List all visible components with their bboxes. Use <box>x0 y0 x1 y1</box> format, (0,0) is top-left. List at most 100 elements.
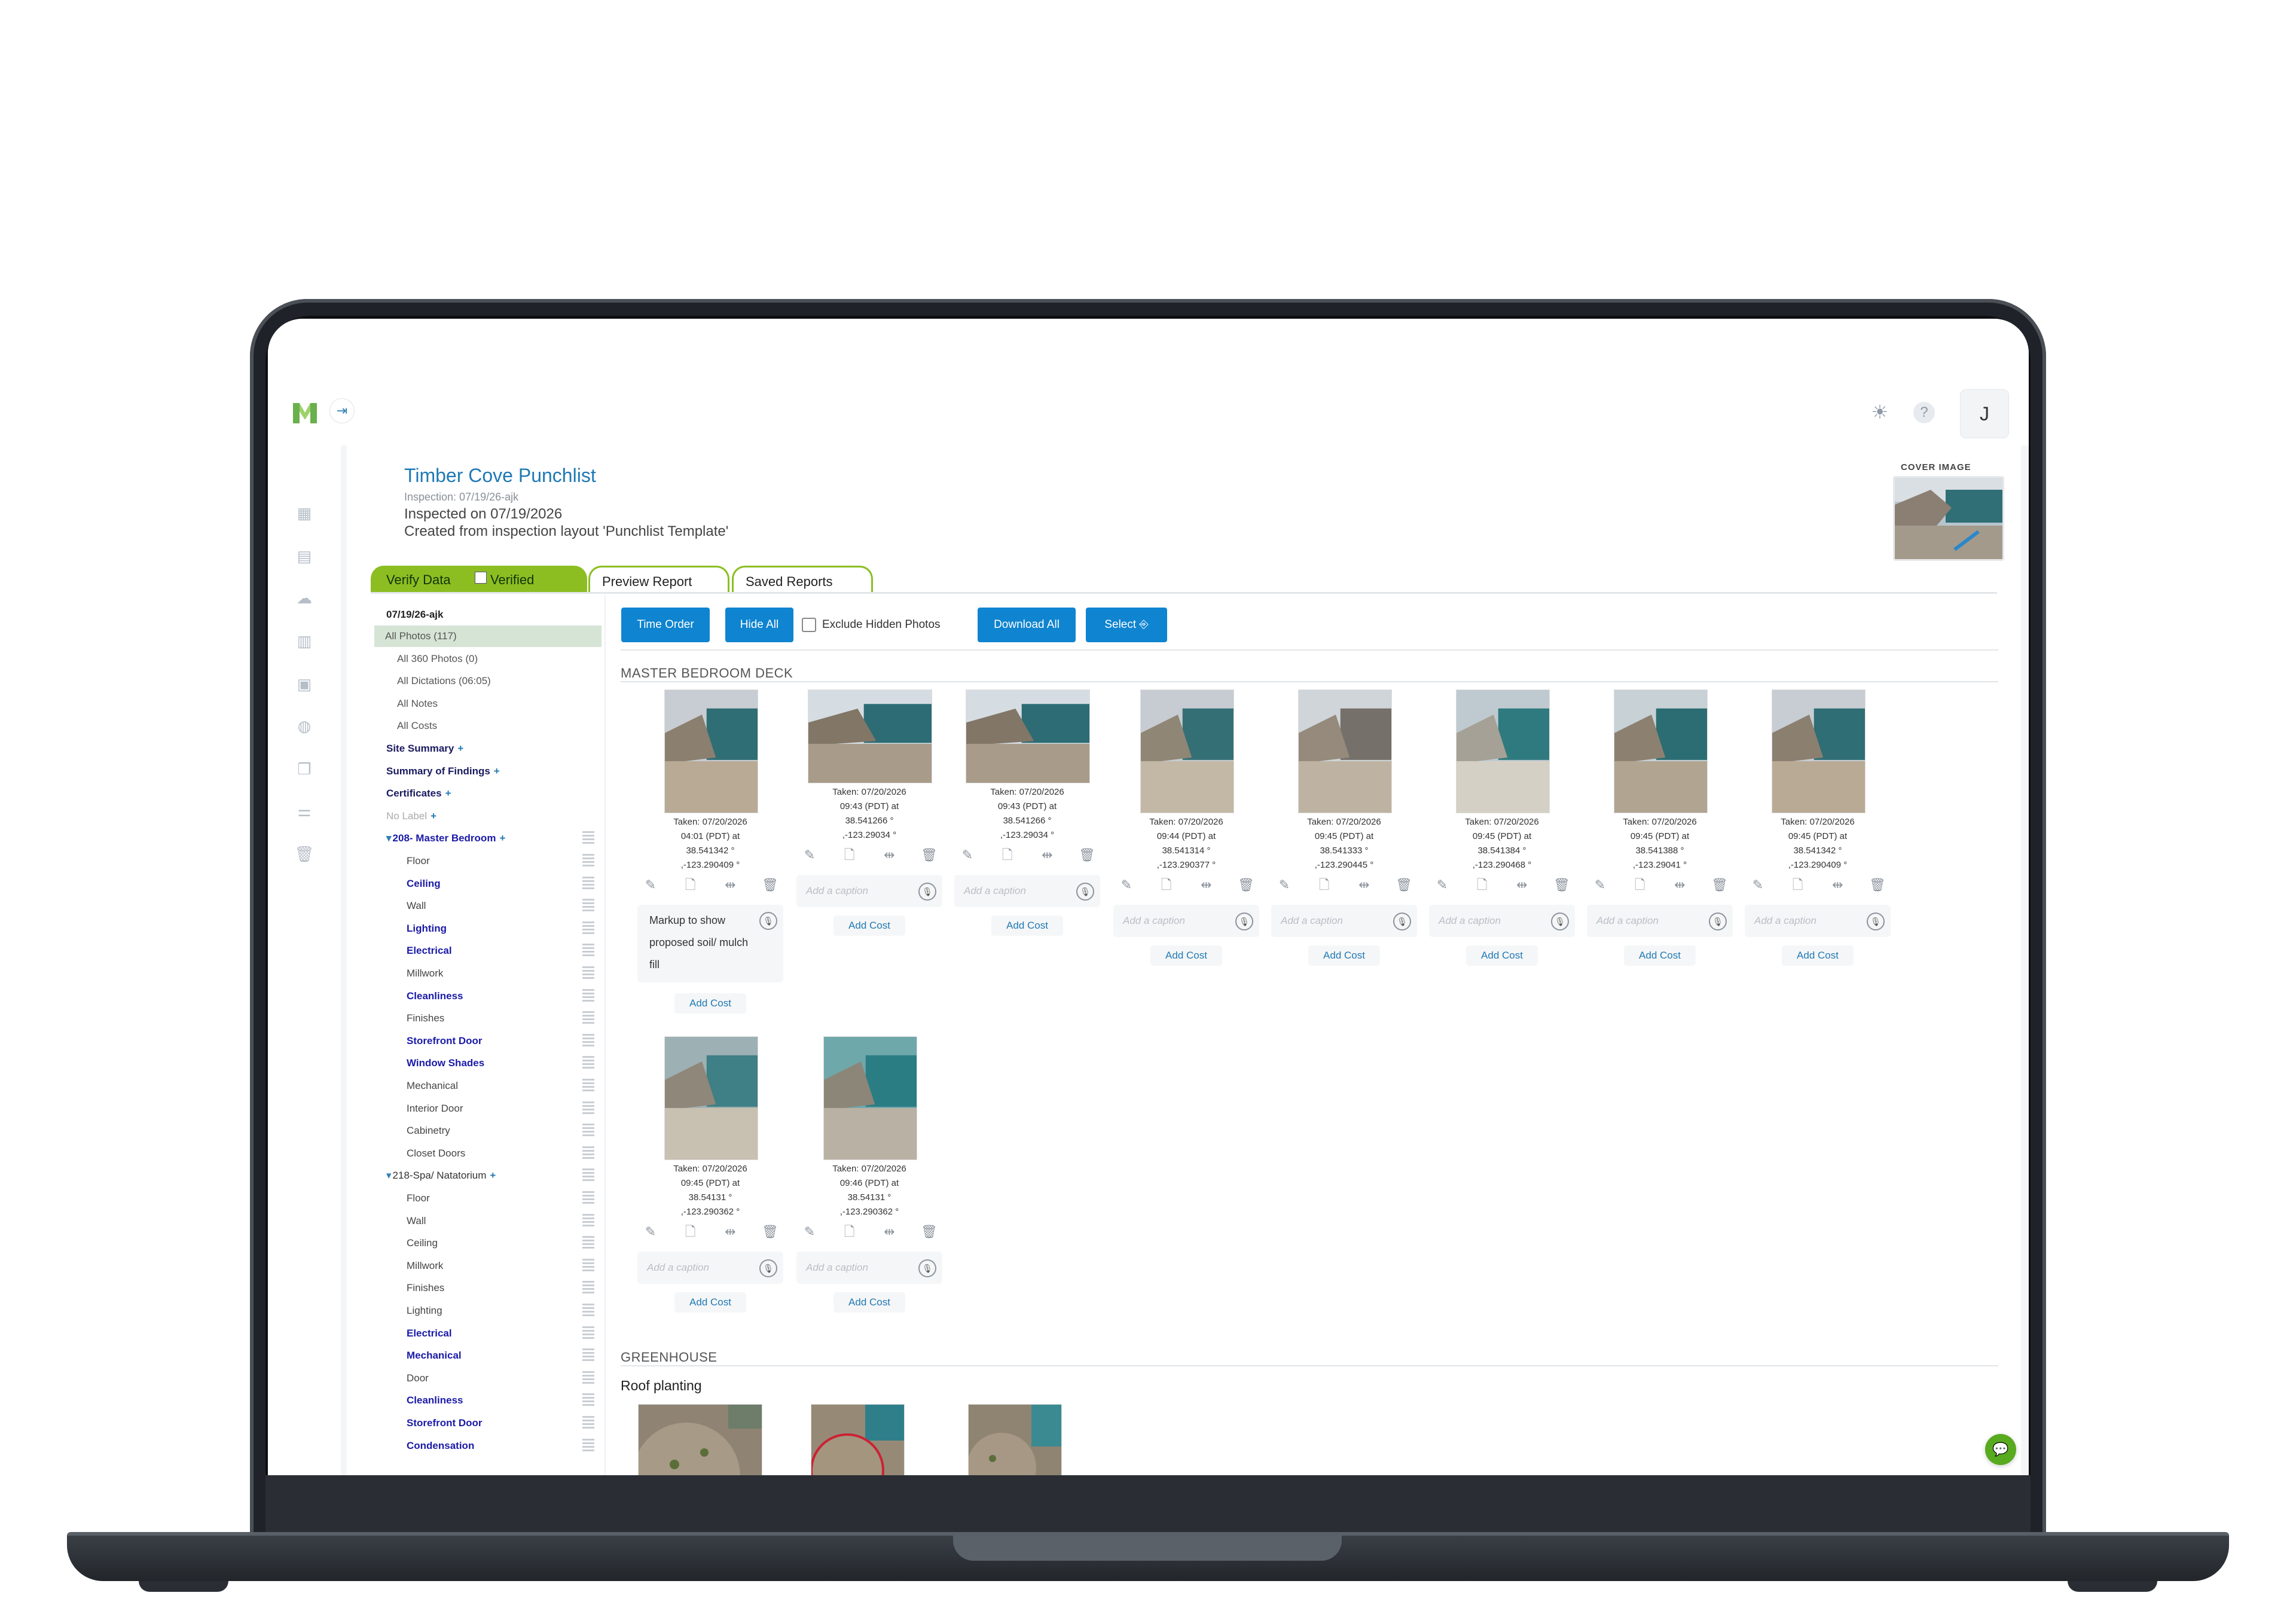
drag-handle[interactable] <box>582 831 594 846</box>
outline-item[interactable]: All 360 Photos (0) <box>397 648 478 670</box>
photo-caption-field[interactable]: Markup to show proposed soil/ mulch fill… <box>637 905 783 982</box>
outline-item[interactable]: Ceiling <box>407 873 441 895</box>
files-icon[interactable]: ❐ <box>294 760 315 778</box>
drag-handle[interactable] <box>582 1079 594 1093</box>
verified-checkbox[interactable] <box>475 572 487 584</box>
document-icon[interactable]: 🗋 <box>1628 876 1652 894</box>
outline-item[interactable]: All Costs <box>397 715 437 737</box>
outline-item[interactable]: Cleanliness <box>407 985 463 1007</box>
document-icon[interactable]: 🗋 <box>996 846 1019 864</box>
sun-icon[interactable]: ☀ <box>1868 400 1892 424</box>
sliders-icon[interactable]: ⚌ <box>294 802 315 820</box>
outline-item[interactable]: Cleanliness <box>407 1390 463 1411</box>
add-cost-button[interactable]: Add Cost <box>833 1292 905 1313</box>
app-logo-icon[interactable] <box>292 399 318 426</box>
delete-icon[interactable]: 🗑 <box>1708 876 1732 894</box>
delete-icon[interactable]: 🗑 <box>1075 846 1099 864</box>
dashboard-icon[interactable]: ▦ <box>294 504 315 522</box>
delete-icon[interactable]: 🗑 <box>917 1223 941 1241</box>
help-icon[interactable]: ? <box>1913 402 1935 423</box>
outline-item[interactable]: No Label + <box>386 805 436 827</box>
drag-handle[interactable] <box>582 876 594 891</box>
add-cost-button[interactable]: Add Cost <box>674 993 746 1014</box>
add-cost-button[interactable]: Add Cost <box>1782 945 1854 966</box>
drag-handle[interactable] <box>582 1124 594 1139</box>
exclude-hidden-checkbox[interactable] <box>802 618 816 632</box>
collapse-arrow-icon[interactable]: ⇥ <box>329 398 355 423</box>
photo-caption-input[interactable]: Add a caption 🎙 <box>1429 905 1575 937</box>
document-icon[interactable]: 🗋 <box>679 1223 703 1241</box>
photo-caption-input[interactable]: Add a caption 🎙 <box>796 875 942 907</box>
tab-verify-data[interactable]: Verify Data Verified <box>371 566 587 592</box>
drag-handle[interactable] <box>582 1304 594 1318</box>
drag-handle[interactable] <box>582 966 594 981</box>
outline-item[interactable]: Cabinetry <box>407 1120 450 1142</box>
move-icon[interactable]: ⇹ <box>1194 876 1218 894</box>
delete-icon[interactable]: 🗑 <box>917 846 941 864</box>
time-order-button[interactable]: Time Order <box>621 608 710 642</box>
outline-item[interactable]: Wall <box>407 1210 426 1232</box>
chat-support-button[interactable]: 💬 <box>1985 1434 2016 1465</box>
database-icon[interactable]: ◍ <box>294 717 315 735</box>
add-plus-icon[interactable]: + <box>445 788 451 799</box>
document-icon[interactable]: 🗋 <box>1312 876 1336 894</box>
exclude-hidden-toggle[interactable]: Exclude Hidden Photos <box>802 618 941 632</box>
inspection-photo[interactable] <box>1140 689 1234 813</box>
delete-icon[interactable]: 🗑 <box>1234 876 1258 894</box>
outline-item[interactable]: Lighting <box>407 1300 442 1322</box>
microphone-icon[interactable]: 🎙 <box>759 912 777 930</box>
delete-icon[interactable]: 🗑 <box>758 1223 782 1241</box>
move-icon[interactable]: ⇹ <box>1035 846 1059 864</box>
drag-handle[interactable] <box>582 1191 594 1206</box>
add-plus-icon[interactable]: + <box>490 1170 496 1181</box>
photo-caption-input[interactable]: Add a caption 🎙 <box>1271 905 1417 937</box>
layout-icon[interactable]: ▥ <box>294 632 315 650</box>
outline-item[interactable]: Condensation <box>407 1435 474 1457</box>
drag-handle[interactable] <box>582 1236 594 1251</box>
expand-caret-icon[interactable]: ▾ <box>386 1170 392 1181</box>
drag-handle[interactable] <box>582 899 594 914</box>
microphone-icon[interactable]: 🎙 <box>1709 913 1727 930</box>
delete-icon[interactable]: 🗑 <box>758 876 782 894</box>
add-plus-icon[interactable]: + <box>457 743 463 754</box>
hide-all-button[interactable]: Hide All <box>725 608 793 642</box>
photo-caption-input[interactable]: Add a caption 🎙 <box>796 1252 942 1284</box>
outline-item[interactable]: Finishes <box>407 1008 444 1029</box>
document-icon[interactable]: 🗋 <box>1786 876 1810 894</box>
drag-handle[interactable] <box>582 944 594 959</box>
outline-item[interactable]: Electrical <box>407 1323 452 1344</box>
add-cost-button[interactable]: Add Cost <box>1308 945 1380 966</box>
outline-item[interactable]: Finishes <box>407 1277 444 1299</box>
outline-item[interactable]: Window Shades <box>407 1052 484 1074</box>
document-icon[interactable]: 🗋 <box>1470 876 1494 894</box>
photo-caption-input[interactable]: Add a caption 🎙 <box>1587 905 1733 937</box>
inspection-photo[interactable] <box>664 1036 758 1160</box>
outline-item[interactable]: Storefront Door <box>407 1412 483 1434</box>
drag-handle[interactable] <box>582 1326 594 1341</box>
drag-handle[interactable] <box>582 1146 594 1161</box>
inspection-photo[interactable] <box>808 689 932 783</box>
edit-icon[interactable]: ✎ <box>1272 876 1296 894</box>
drag-handle[interactable] <box>582 1213 594 1228</box>
edit-icon[interactable]: ✎ <box>798 846 822 864</box>
delete-icon[interactable]: 🗑 <box>1392 876 1416 894</box>
outline-item[interactable]: Interior Door <box>407 1098 463 1119</box>
drag-handle[interactable] <box>582 1258 594 1273</box>
outline-item[interactable]: ▾ 218-Spa/ Natatorium + <box>386 1165 496 1186</box>
inspection-photo[interactable] <box>1297 689 1392 813</box>
trash-icon[interactable]: 🗑 <box>294 845 315 863</box>
microphone-icon[interactable]: 🎙 <box>759 1259 777 1277</box>
microphone-icon[interactable]: 🎙 <box>1551 913 1569 930</box>
photo-caption-input[interactable]: Add a caption 🎙 <box>1113 905 1259 937</box>
outline-item[interactable]: Summary of Findings + <box>386 761 500 782</box>
drag-handle[interactable] <box>582 1393 594 1408</box>
move-icon[interactable]: ⇹ <box>718 1223 742 1241</box>
move-icon[interactable]: ⇹ <box>1352 876 1376 894</box>
select-button[interactable]: Select ⎆ <box>1086 608 1167 642</box>
microphone-icon[interactable]: 🎙 <box>1235 913 1253 930</box>
inspection-photo[interactable] <box>664 689 758 813</box>
tab-preview-report[interactable]: Preview Report <box>588 566 729 594</box>
outline-item[interactable]: Millwork <box>407 1255 443 1277</box>
drag-handle[interactable] <box>582 1033 594 1048</box>
reports-icon[interactable]: ▤ <box>294 547 315 565</box>
